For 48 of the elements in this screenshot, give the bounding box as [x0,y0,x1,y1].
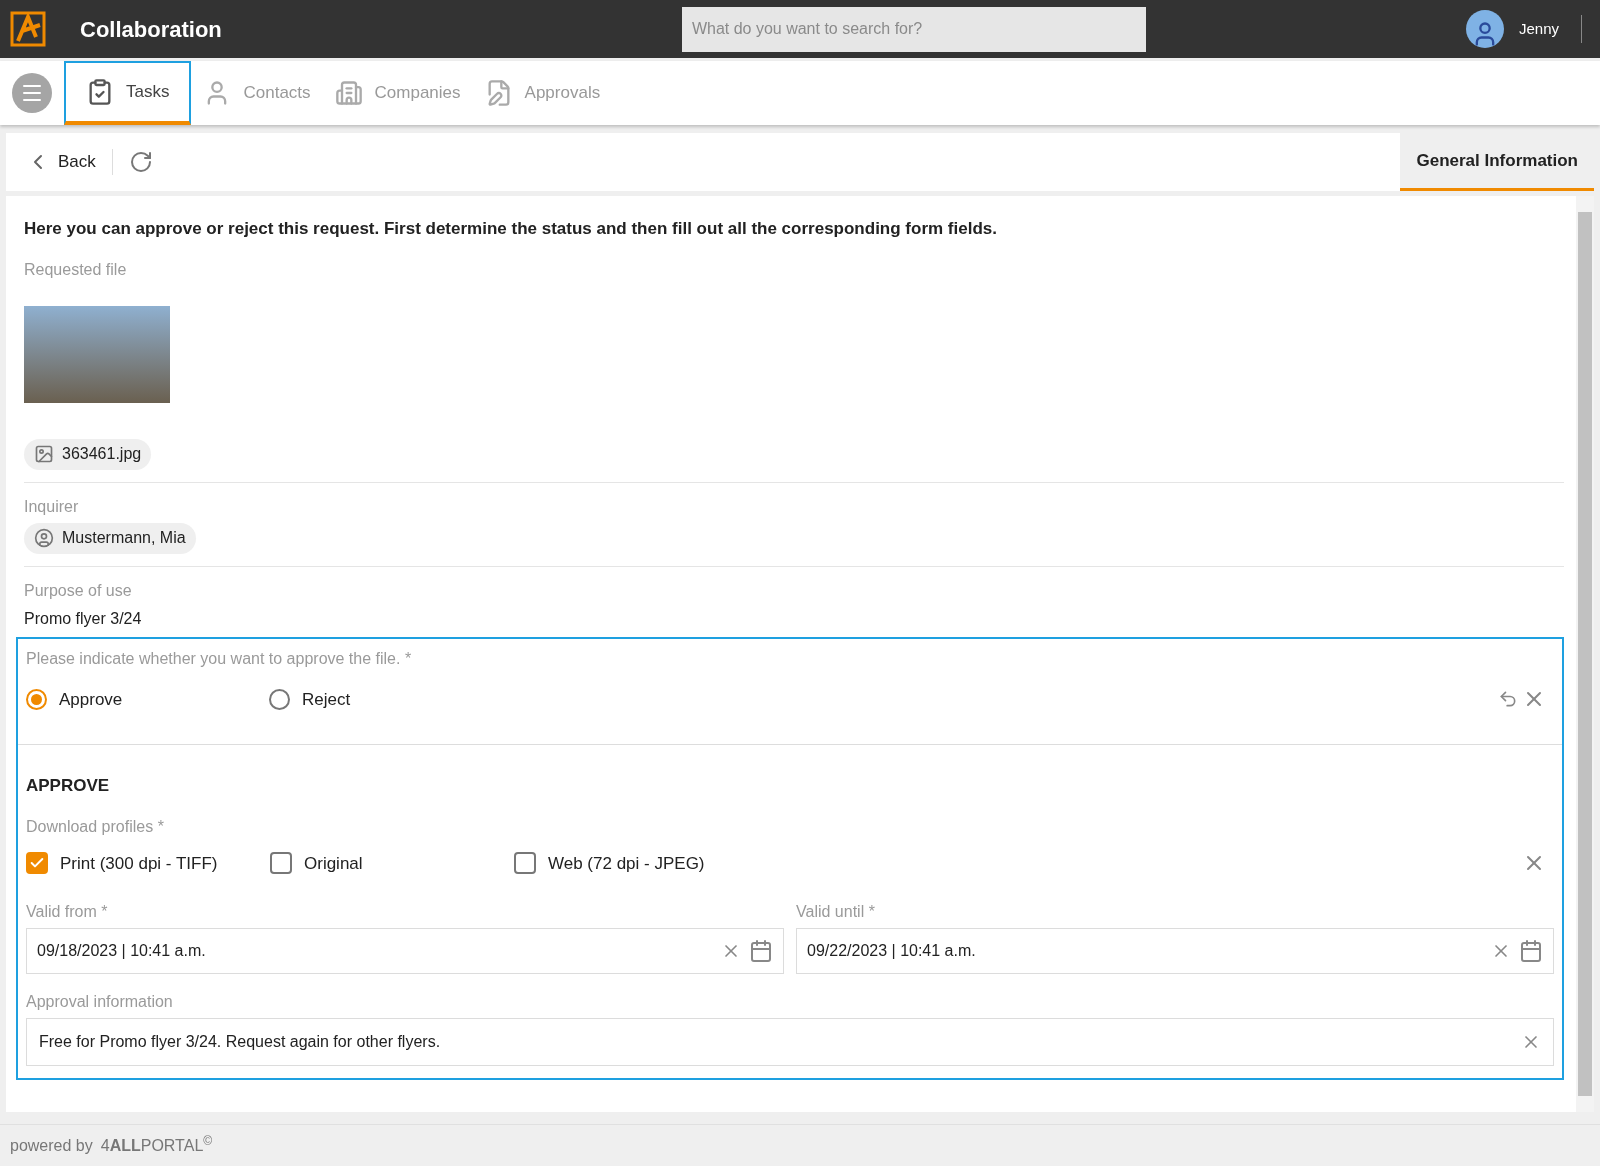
field-label: Valid from * [26,902,109,922]
building-icon [334,79,363,107]
back-button[interactable]: Back [26,149,113,175]
search-field[interactable]: What do you want to search for? [681,6,1146,52]
calendar-icon[interactable] [749,939,773,963]
person-icon [34,528,54,548]
radio-button[interactable] [26,688,47,710]
checkbox-option[interactable]: Print (300 dpi - TIFF) [26,850,270,876]
text-field[interactable]: Free for Promo flyer 3/24. Request again for other flyers. [26,1018,1554,1066]
person-chip[interactable]: Mustermann, Mia [24,522,196,554]
radio-button[interactable] [269,688,290,710]
section-title: APPROVE [26,775,111,797]
date-field[interactable]: 09/22/2023 | 10:41 a.m. [796,928,1554,974]
field-value: 09/22/2023 | 10:41 a.m. [807,941,977,961]
checkbox-option[interactable]: Web (72 dpi - JPEG) [514,850,758,876]
powered-by-text: powered by [10,1135,93,1156]
radio-option[interactable]: Reject [269,686,512,712]
field-label: Please indicate whether you want to approve the file. * [26,649,412,667]
radio-option[interactable]: Approve [26,686,269,712]
refresh-icon[interactable] [128,150,153,174]
field-label: Valid until * [796,902,876,922]
field-label: Download profiles * [26,816,165,837]
user-name[interactable]: Jenny [1518,17,1559,41]
field-label: Approval information [26,992,174,1012]
field-label: Purpose of use [24,580,133,601]
nav-tab[interactable]: Tasks [64,61,192,125]
checkbox[interactable] [514,852,536,875]
avatar[interactable] [1465,10,1504,48]
field-value: 09/18/2023 | 10:41 a.m. [37,941,207,961]
brand-name: 4ALLPORTAL$^{©}$ [100,1133,213,1156]
intro-text: Here you can approve or reject this request. First determine the status and then fill out all the corresponding form fields. [24,218,998,240]
field-label: Inquirer [24,496,80,517]
app-title: Collaboration [80,15,222,44]
field-value: Promo flyer 3/24 [24,608,143,629]
menu-button[interactable] [12,73,52,113]
undo-icon[interactable] [1498,689,1518,710]
scrollbar[interactable] [1576,196,1594,1112]
date-field[interactable]: 09/18/2023 | 10:41 a.m. [26,928,784,974]
panel-tab[interactable]: General Information [1400,133,1594,191]
checkbox[interactable] [26,852,48,875]
image-icon [34,444,54,464]
checkbox[interactable] [270,852,292,875]
calendar-icon[interactable] [1519,939,1543,963]
logo-icon [10,11,46,47]
file-chip[interactable]: 363461.jpg [24,438,152,470]
checkbox-option[interactable]: Original [270,850,514,876]
field-label: Requested file [24,259,128,280]
field-value: Free for Promo flyer 3/24. Request again for other flyers. [39,1032,442,1052]
